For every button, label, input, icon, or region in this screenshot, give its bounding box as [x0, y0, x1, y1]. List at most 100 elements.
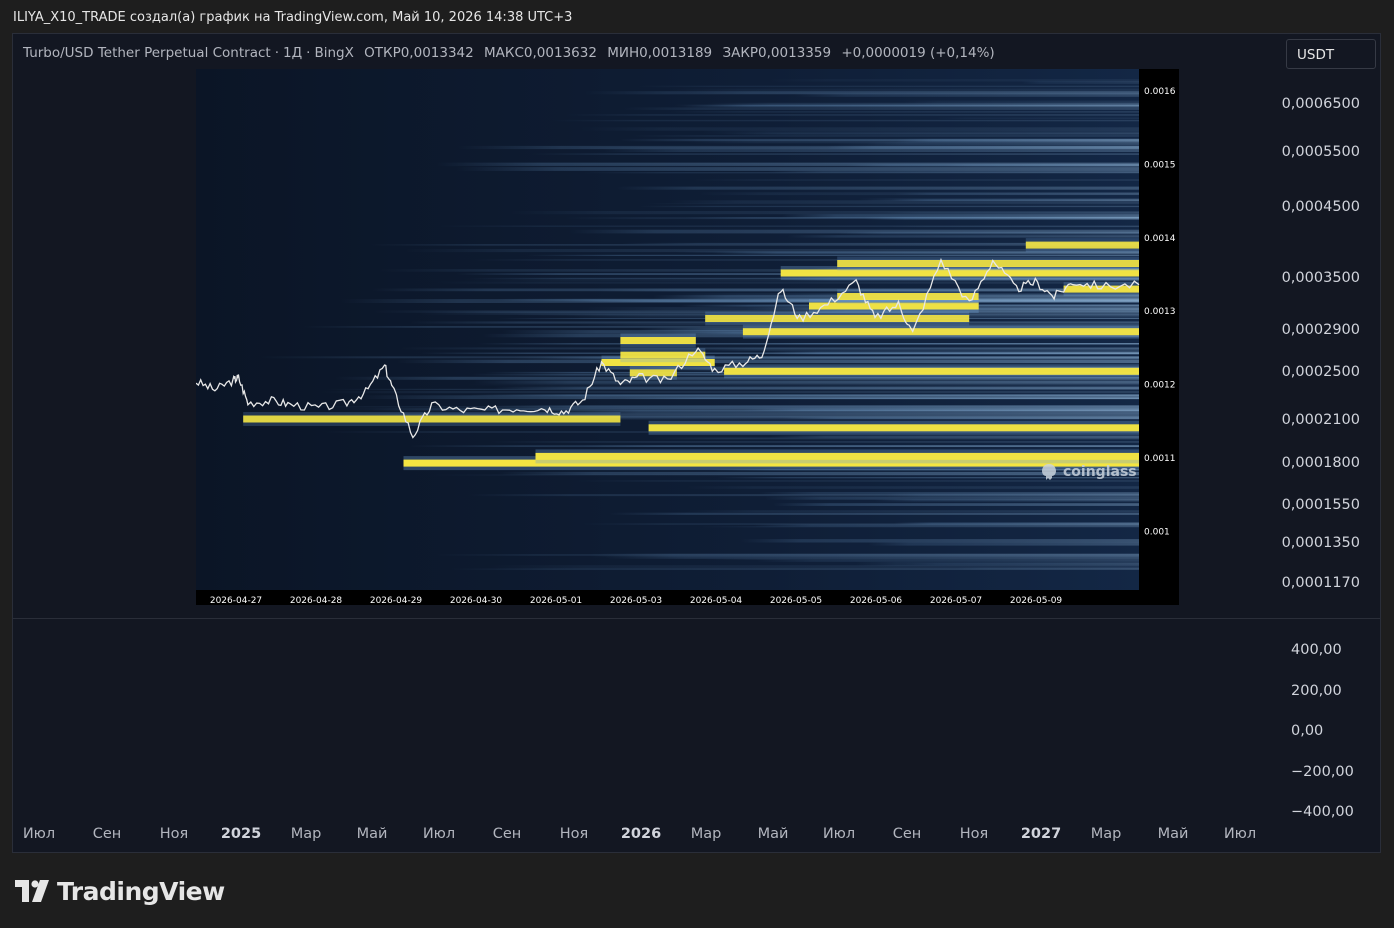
heatmap-svg: 0.0016 0.0015 0.0014 0.0013 0.0012 0.0011 0.00… — [195, 69, 1179, 606]
heatmap-streak — [782, 417, 1139, 419]
time-axis-label: Ноя — [959, 826, 989, 842]
oscillator-axis-label: 200,00 — [1291, 683, 1342, 699]
price-axis[interactable]: 0,0006500 0,0005500 0,0004500 0,0003500 0,00… — [1282, 34, 1381, 619]
open-value: ОТКР0,0013342 — [364, 45, 474, 61]
oscillator-axis-label: 400,00 — [1291, 642, 1342, 658]
heatmap-streak — [565, 114, 1139, 116]
heatmap-streak — [787, 235, 1139, 238]
time-axis[interactable]: Июл Сен Ноя 2025 Мар Май Июл Сен Ноя 2026 Мар Май Ию… — [13, 824, 1380, 852]
heatmap-streak — [874, 499, 1139, 502]
high-value: МАКС0,0013632 — [484, 45, 597, 61]
page-header: ILIYA_X10_TRADE создал(а) график на Trad… — [13, 10, 573, 25]
heatmap-x-tick: 2026-05-01 — [530, 596, 582, 605]
heatmap-streak — [682, 91, 1139, 95]
heatmap-streak — [526, 254, 1139, 256]
heatmap-streak — [645, 203, 1139, 205]
heatmap-streak — [637, 85, 1139, 88]
heatmap-streak — [864, 216, 1139, 220]
heatmap-streak — [651, 437, 1139, 440]
heatmap-streak — [1021, 80, 1139, 84]
heatmap-streak — [489, 441, 1139, 443]
heatmap-streak — [293, 406, 1139, 408]
time-axis-label: Май — [1157, 826, 1189, 842]
heatmap-streak — [794, 93, 1139, 97]
heatmap-x-tick: 2026-05-04 — [690, 596, 743, 605]
heatmap-streak — [466, 384, 1139, 386]
heatmap-x-tick: 2026-05-09 — [1010, 596, 1063, 605]
oscillator-axis-label: −400,00 — [1291, 804, 1354, 820]
heatmap-streak — [618, 138, 1139, 142]
liquidation-band — [705, 315, 970, 322]
heatmap-streak — [773, 503, 1139, 506]
heatmap-streak — [767, 170, 1139, 173]
price-axis-label: 0,0003500 — [1281, 270, 1360, 286]
heatmap-streak — [740, 539, 1139, 543]
heatmap-streak — [487, 565, 1139, 569]
heatmap-x-tick: 2026-05-06 — [850, 596, 903, 605]
heatmap-streak — [868, 542, 1139, 546]
heatmap-streak — [763, 351, 1139, 355]
pane-divider[interactable] — [13, 618, 1380, 619]
heatmap-streak — [846, 164, 1139, 167]
time-axis-label: Мар — [690, 826, 722, 842]
heatmap-streak — [472, 380, 1139, 384]
heatmap-streak — [701, 130, 1139, 134]
price-axis-label: 0,0001350 — [1281, 535, 1360, 551]
interval[interactable]: 1Д — [283, 45, 302, 61]
oscillator-axis-label: −200,00 — [1291, 764, 1354, 780]
heatmap-streak — [832, 142, 1139, 147]
heatmap-streak — [884, 493, 1139, 497]
heatmap-streak — [434, 554, 1139, 556]
liquidation-band — [243, 415, 621, 423]
heatmap-streak — [569, 229, 1139, 234]
tradingview-logo-icon — [15, 880, 49, 902]
heatmap-streak — [579, 127, 1139, 131]
symbol-name[interactable]: Turbo/USD Tether Perpetual Contract — [23, 45, 271, 61]
liquidation-band — [724, 367, 1139, 375]
heatmap-streak — [669, 111, 1139, 113]
price-axis-label: 0,0002500 — [1281, 364, 1360, 380]
tradingview-logo[interactable]: TradingView — [15, 876, 225, 906]
heatmap-streak — [620, 397, 1139, 400]
time-axis-label: Мар — [290, 826, 322, 842]
price-axis-label: 0,0002900 — [1281, 322, 1360, 338]
oscillator-axis-label: 0,00 — [1291, 723, 1324, 739]
watermark-text: coinglass — [1063, 464, 1137, 480]
heatmap-streak — [685, 486, 1139, 489]
time-axis-label: Сен — [492, 826, 522, 842]
price-axis-label: 0,0001170 — [1281, 575, 1360, 591]
liquidation-band — [648, 424, 1139, 432]
heatmap-streak — [601, 149, 1139, 152]
liquidation-band — [837, 260, 1139, 267]
exchange: BingX — [314, 45, 354, 61]
time-axis-label: Сен — [892, 826, 922, 842]
time-axis-label: 2027 — [1020, 826, 1062, 842]
heatmap-x-tick: 2026-04-28 — [290, 596, 343, 605]
heatmap-streak — [903, 100, 1139, 105]
heatmap-streak — [704, 558, 1139, 560]
heatmap-streak — [621, 107, 1139, 110]
heatmap-streak — [692, 179, 1139, 181]
price-axis-label: 0,0005500 — [1281, 144, 1360, 160]
heatmap-streak — [882, 212, 1139, 214]
heatmap-streak — [686, 510, 1139, 513]
heatmap-streak — [410, 445, 1139, 447]
heatmap-streak — [530, 153, 1139, 155]
oscillator-axis[interactable]: 400,00 200,00 0,00 −200,00 −400,00 — [1291, 619, 1381, 820]
price-axis-label: 0,0006500 — [1281, 96, 1360, 112]
heatmap-streak — [935, 117, 1139, 119]
heatmap-streak — [575, 480, 1139, 482]
time-axis-label: Сен — [92, 826, 122, 842]
heatmap-streak — [551, 119, 1139, 122]
price-axis-label: 0,0002100 — [1281, 412, 1360, 428]
heatmap-streak — [369, 244, 1139, 246]
heatmap-x-tick: 2026-04-27 — [210, 596, 262, 605]
heatmap-streak — [747, 343, 1139, 345]
time-axis-label: 2025 — [220, 826, 262, 842]
heatmap-streak — [371, 288, 1139, 292]
liquidation-band — [837, 293, 979, 300]
time-axis-label: 2026 — [620, 826, 662, 842]
symbol-legend: Turbo/USD Tether Perpetual Contract · 1Д · B… — [23, 45, 995, 61]
heatmap-x-tick: 2026-05-07 — [930, 596, 982, 605]
heatmap-streak — [607, 512, 1139, 515]
